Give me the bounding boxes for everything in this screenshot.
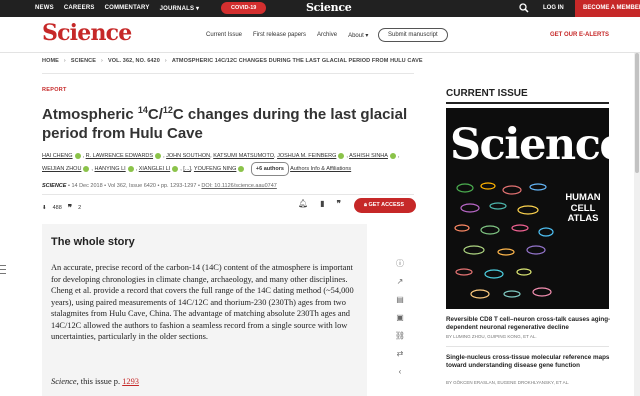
issue-article-authors: BY LUMING ZHOU, GUIPING KONG, ET AL. xyxy=(446,334,537,339)
search-icon[interactable] xyxy=(519,3,529,13)
author-link[interactable]: ASHISH SINHA xyxy=(349,153,388,159)
orcid-icon[interactable] xyxy=(389,152,396,159)
orcid-icon[interactable] xyxy=(155,152,162,159)
science-logo[interactable]: Science xyxy=(42,20,132,46)
article-type: REPORT xyxy=(42,87,67,93)
breadcrumb-volume[interactable]: VOL. 362, NO. 6420 xyxy=(108,58,160,64)
top-logo[interactable]: Science xyxy=(306,1,352,14)
divider xyxy=(42,194,414,195)
e-alerts-link[interactable]: GET OUR E-ALERTS xyxy=(550,32,609,38)
orcid-icon[interactable] xyxy=(238,165,245,172)
collapse-icon[interactable]: ‹ xyxy=(399,367,402,377)
breadcrumb-science[interactable]: SCIENCE xyxy=(71,58,96,64)
figures-icon[interactable]: ▣ xyxy=(396,313,404,323)
orcid-icon[interactable] xyxy=(127,165,134,172)
nav-current-issue[interactable]: Current Issue xyxy=(206,32,242,39)
story-citation: Science, this issue p. 1293 xyxy=(51,377,139,386)
top-bar: NEWS CAREERS COMMENTARY JOURNALS ▾ COVID… xyxy=(0,0,640,17)
issue-article-title[interactable]: Reversible CD8 T cell–neuron cross-talk … xyxy=(446,316,616,332)
site-header: Science Current Issue First release pape… xyxy=(0,17,640,53)
author-link[interactable]: HANYING LI xyxy=(94,166,125,172)
journal-name: SCIENCE xyxy=(42,183,67,189)
orcid-icon[interactable] xyxy=(338,152,345,159)
breadcrumb-separator: › xyxy=(164,58,167,64)
top-nav-journals[interactable]: JOURNALS ▾ xyxy=(160,5,200,12)
metrics-icon[interactable]: ↗ xyxy=(397,277,404,287)
article-actions: 🔔︎ ▮ ❞ xyxy=(298,199,341,208)
article-meta: SCIENCE • 14 Dec 2018 • Vol 362, Issue 6… xyxy=(42,183,277,189)
author-link[interactable]: WEIJIAN ZHOU xyxy=(42,166,81,172)
nav-archive[interactable]: Archive xyxy=(317,32,337,39)
issue-article-title[interactable]: Single-nucleus cross-tissue molecular re… xyxy=(446,354,616,370)
download-icon: ⬇ xyxy=(42,204,47,211)
volume-issue[interactable]: Vol 362, Issue 6420 xyxy=(108,183,156,189)
author-link[interactable]: YOUFENG NING xyxy=(194,166,236,172)
author-link[interactable]: JOSHUA M. FEINBERG xyxy=(277,153,336,159)
covid-button[interactable]: COVID-19 xyxy=(221,2,267,14)
doi-link[interactable]: DOI: 10.1126/science.aau0747 xyxy=(201,183,276,189)
author-link[interactable]: KATSUMI MATSUMOTO xyxy=(213,153,274,159)
article-title: Atmospheric 14C/12C changes during the l… xyxy=(42,105,408,142)
references-icon[interactable]: ⛓ xyxy=(395,331,405,341)
top-nav-careers[interactable]: CAREERS xyxy=(64,5,95,12)
submit-manuscript-button[interactable]: Submit manuscript xyxy=(378,28,448,42)
author-link[interactable]: HAI CHENG xyxy=(42,153,73,159)
cover-title: Science xyxy=(450,120,609,170)
author-ellipsis[interactable]: [...] xyxy=(183,166,191,172)
orcid-icon[interactable] xyxy=(172,165,179,172)
nav-first-release[interactable]: First release papers xyxy=(253,32,306,39)
share-icon[interactable]: ⇄ xyxy=(397,349,404,359)
article-stats: ⬇ 488 ❞ 2 xyxy=(42,203,81,212)
orcid-icon[interactable] xyxy=(83,165,90,172)
bookmark-icon[interactable]: ▮ xyxy=(320,199,324,208)
nav-about[interactable]: About ▾ xyxy=(348,32,368,39)
breadcrumb-separator: › xyxy=(101,58,103,64)
cell-illustration xyxy=(454,182,554,299)
page-range: pp. 1293-1297 xyxy=(160,183,197,189)
article-tools: ⓘ ↗ ▤ ▣ ⛓ ⇄ ‹ xyxy=(389,259,411,377)
quote-icon: ❞ xyxy=(67,203,73,212)
author-link[interactable]: JOHN SOUTHON xyxy=(166,153,210,159)
bell-icon[interactable]: 🔔︎ xyxy=(298,199,308,208)
get-access-button[interactable]: 🔒︎ GET ACCESS xyxy=(354,198,416,213)
story-body: An accurate, precise record of the carbo… xyxy=(51,263,354,341)
scrollbar-thumb[interactable] xyxy=(635,53,639,173)
divider xyxy=(42,73,414,74)
breadcrumb-separator: › xyxy=(63,58,66,64)
cover-headline: HUMAN CELL ATLAS xyxy=(565,192,601,224)
more-authors-button[interactable]: +6 authors xyxy=(250,162,289,176)
orcid-icon[interactable] xyxy=(74,152,81,159)
views-count: 488 xyxy=(52,204,62,211)
top-nav-commentary[interactable]: COMMENTARY xyxy=(105,5,150,12)
top-nav: NEWS CAREERS COMMENTARY JOURNALS ▾ xyxy=(35,5,199,12)
scrollbar[interactable] xyxy=(634,53,640,396)
page-link[interactable]: 1293 xyxy=(122,377,139,386)
top-nav-news[interactable]: NEWS xyxy=(35,5,54,12)
story-heading: The whole story xyxy=(51,236,135,248)
cover-image[interactable]: Science HUMAN CELL ATLAS xyxy=(446,108,609,309)
current-issue-heading: CURRENT ISSUE xyxy=(446,88,528,99)
divider xyxy=(446,102,609,104)
authors-info-link[interactable]: Authors Info & Affiliations xyxy=(290,166,351,172)
pdf-icon[interactable]: ▤ xyxy=(396,295,404,305)
pub-date: 14 Dec 2018 xyxy=(71,183,103,189)
header-nav: Current Issue First release papers Archi… xyxy=(206,32,368,39)
become-member-button[interactable]: BECOME A MEMBER xyxy=(575,0,640,17)
breadcrumb-home[interactable]: HOME xyxy=(42,58,59,64)
login-link[interactable]: LOG IN xyxy=(543,5,564,11)
cite-icon[interactable]: ❞ xyxy=(337,199,341,208)
divider xyxy=(446,346,609,347)
breadcrumb: HOME › SCIENCE › VOL. 362, NO. 6420 › AT… xyxy=(42,58,423,64)
author-link[interactable]: XIANGLEI LI xyxy=(139,166,171,172)
author-list: HAI CHENG, R. LAWRENCE EDWARDS, JOHN SOU… xyxy=(42,150,402,176)
info-icon[interactable]: ⓘ xyxy=(396,259,404,269)
whole-story-box: The whole story An accurate, precise rec… xyxy=(42,224,367,396)
menu-icon[interactable] xyxy=(0,262,7,276)
breadcrumb-current: ATMOSPHERIC 14C/12C CHANGES DURING THE L… xyxy=(171,58,423,64)
citations-count: 2 xyxy=(78,204,82,211)
issue-article-authors: BY GÖKCEN ERASLAN, EUGENE DROKHLYANSKY, … xyxy=(446,380,570,385)
author-link[interactable]: R. LAWRENCE EDWARDS xyxy=(86,153,153,159)
